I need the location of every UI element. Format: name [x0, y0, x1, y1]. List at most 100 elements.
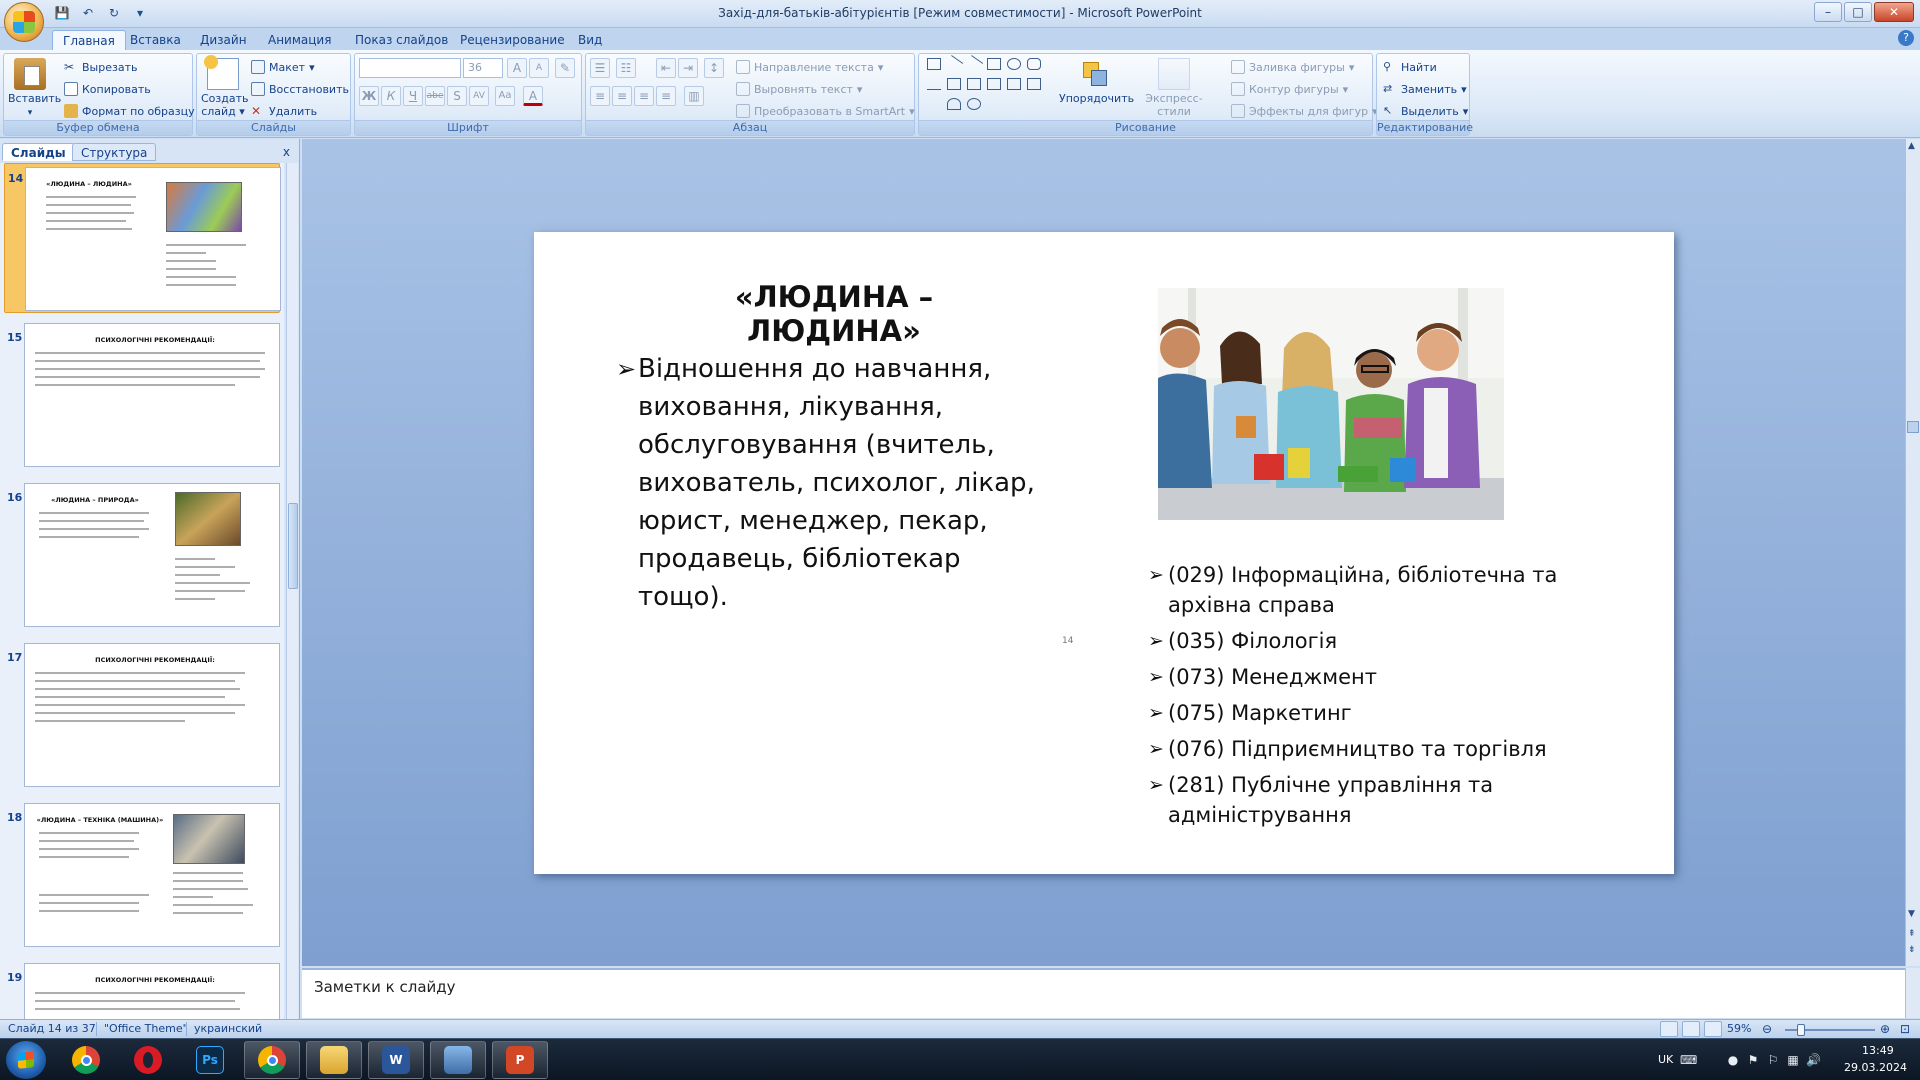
slide-canvas[interactable]: «ЛЮДИНА – ЛЮДИНА» ➢ Відношення до навчан… [534, 232, 1674, 874]
shapes-gallery[interactable] [927, 55, 1047, 116]
strike-button[interactable]: abe [425, 86, 445, 106]
align-text-button[interactable]: Выровнять текст ▾ [736, 80, 862, 98]
layout-button[interactable]: Макет ▾ [251, 58, 315, 76]
notes-pane[interactable]: Заметки к слайду [302, 968, 1905, 1018]
tab-animation[interactable]: Анимация [258, 30, 341, 50]
align-right-icon[interactable]: ≡ [634, 86, 654, 106]
taskbar-photo-viewer[interactable] [430, 1041, 486, 1079]
increase-indent-icon[interactable]: ⇥ [678, 58, 698, 78]
flag-icon[interactable]: ⚑ [1746, 1053, 1760, 1067]
theme-name[interactable]: "Office Theme" [104, 1022, 188, 1035]
delete-slide-button[interactable]: ✕ Удалить [251, 102, 317, 120]
new-slide-button[interactable]: Создать слайд ▾ [201, 55, 249, 118]
close-button[interactable]: ✕ [1874, 2, 1914, 22]
taskbar-chrome-2[interactable] [244, 1041, 300, 1079]
app-tray-icon[interactable]: ● [1726, 1053, 1740, 1067]
shape-fill-button[interactable]: Заливка фигуры ▾ [1231, 58, 1354, 76]
slide-body-text[interactable]: ➢ Відношення до навчання, виховання, лік… [616, 350, 1056, 616]
thumbnail-item[interactable]: 15 ПСИХОЛОГІЧНІ РЕКОМЕНДАЦІЇ: [4, 323, 280, 473]
format-painter-button[interactable]: Формат по образцу [64, 102, 195, 120]
tab-view[interactable]: Вид [568, 30, 612, 50]
thumbnails-scrollbar[interactable] [286, 163, 298, 1019]
columns-icon[interactable]: ▥ [684, 86, 704, 106]
line-spacing-icon[interactable]: ↕ [704, 58, 724, 78]
students-photo[interactable] [1158, 288, 1504, 520]
flag-icon[interactable]: ⚐ [1766, 1053, 1780, 1067]
bold-button[interactable]: Ж [359, 86, 379, 106]
find-button[interactable]: ⚲ Найти [1383, 58, 1437, 76]
thumbnail-item[interactable]: 18 «ЛЮДИНА – ТЕХНІКА (МАШИНА)» [4, 803, 280, 953]
tab-home[interactable]: Главная [52, 30, 126, 50]
clear-format-icon[interactable]: ✎ [555, 58, 575, 78]
bullets-icon[interactable]: ☰ [590, 58, 610, 78]
taskbar-opera[interactable] [120, 1041, 176, 1079]
underline-button[interactable]: Ч [403, 86, 423, 106]
font-size-combo[interactable]: 36 [463, 58, 503, 78]
taskbar-photoshop[interactable]: Ps [182, 1041, 238, 1079]
start-button[interactable] [6, 1041, 46, 1079]
arrange-button[interactable]: Упорядочить [1059, 58, 1134, 105]
change-case-button[interactable]: Aa [495, 86, 515, 106]
tab-slides[interactable]: Слайды [2, 143, 75, 161]
text-direction-button[interactable]: Направление текста ▾ [736, 58, 883, 76]
clock-date[interactable]: 29.03.2024 [1844, 1061, 1907, 1074]
zoom-in-icon[interactable]: ⊕ [1880, 1022, 1890, 1036]
tab-slideshow[interactable]: Показ слайдов [345, 30, 458, 50]
thumbnail-item[interactable]: 16 «ЛЮДИНА – ПРИРОДА» [4, 483, 280, 633]
align-center-icon[interactable]: ≡ [612, 86, 632, 106]
language-indicator[interactable]: украинский [194, 1022, 262, 1035]
specialties-list[interactable]: ➢ (029) Інформаційна, бібліотечна та архі… [1148, 560, 1598, 836]
quick-styles-button[interactable]: Экспресс-стили [1131, 58, 1217, 118]
font-name-combo[interactable] [359, 58, 461, 78]
taskbar-chrome[interactable] [58, 1041, 114, 1079]
font-color-button[interactable]: A [523, 86, 543, 106]
slideshow-view-icon[interactable] [1704, 1021, 1722, 1037]
replace-button[interactable]: ⇄ Заменить ▾ [1383, 80, 1467, 98]
shrink-font-button[interactable]: A [529, 58, 549, 78]
thumbnail-item[interactable]: 14 «ЛЮДИНА – ЛЮДИНА» [4, 163, 281, 313]
slide-title[interactable]: «ЛЮДИНА – ЛЮДИНА» [644, 280, 1024, 348]
tab-design[interactable]: Дизайн [190, 30, 257, 50]
normal-view-icon[interactable] [1660, 1021, 1678, 1037]
tab-review[interactable]: Рецензирование [450, 30, 575, 50]
maximize-button[interactable]: □ [1844, 2, 1872, 22]
help-icon[interactable]: ? [1898, 30, 1914, 46]
justify-icon[interactable]: ≡ [656, 86, 676, 106]
char-spacing-button[interactable]: AV [469, 86, 489, 106]
zoom-level[interactable]: 59% [1727, 1022, 1751, 1035]
numbering-icon[interactable]: ☷ [616, 58, 636, 78]
slide-scrollbar[interactable]: ▲ ▼ ⇞ ⇟ [1905, 139, 1920, 966]
minimize-button[interactable]: – [1814, 2, 1842, 22]
taskbar-powerpoint[interactable]: P [492, 1041, 548, 1079]
network-icon[interactable]: ▦ [1786, 1053, 1800, 1067]
italic-button[interactable]: К [381, 86, 401, 106]
taskbar-word[interactable]: W [368, 1041, 424, 1079]
copy-button[interactable]: Копировать [64, 80, 151, 98]
shape-effects-button[interactable]: Эффекты для фигур ▾ [1231, 102, 1378, 120]
paste-button[interactable]: Вставить ▾ [8, 58, 61, 120]
taskbar-explorer[interactable] [306, 1041, 362, 1079]
grow-font-button[interactable]: A [507, 58, 527, 78]
zoom-out-icon[interactable]: ⊖ [1762, 1022, 1772, 1036]
smartart-button[interactable]: Преобразовать в SmartArt ▾ [736, 102, 915, 120]
slide-sorter-icon[interactable] [1682, 1021, 1700, 1037]
reset-button[interactable]: Восстановить [251, 80, 349, 98]
office-button[interactable] [4, 2, 44, 42]
clock-time[interactable]: 13:49 [1862, 1044, 1894, 1057]
decrease-indent-icon[interactable]: ⇤ [656, 58, 676, 78]
thumbnail-item[interactable]: 17 ПСИХОЛОГІЧНІ РЕКОМЕНДАЦІЇ: [4, 643, 280, 793]
tab-outline[interactable]: Структура [72, 143, 157, 161]
fit-window-icon[interactable]: ⊡ [1900, 1022, 1910, 1036]
zoom-slider-handle[interactable] [1797, 1024, 1805, 1036]
notes-scrollbar[interactable] [1905, 968, 1920, 1018]
panel-close-icon[interactable]: x [283, 145, 290, 159]
shadow-button[interactable]: S [447, 86, 467, 106]
thumbnail-item[interactable]: 19 ПСИХОЛОГІЧНІ РЕКОМЕНДАЦІЇ: [4, 963, 280, 1019]
cut-button[interactable]: ✂ Вырезать [64, 58, 137, 76]
align-left-icon[interactable]: ≡ [590, 86, 610, 106]
shape-outline-button[interactable]: Контур фигуры ▾ [1231, 80, 1348, 98]
select-button[interactable]: ↖ Выделить ▾ [1383, 102, 1468, 120]
volume-icon[interactable]: 🔊 [1806, 1053, 1821, 1067]
keyboard-icon[interactable]: ⌨ [1680, 1053, 1697, 1067]
input-language[interactable]: UK [1658, 1053, 1673, 1066]
